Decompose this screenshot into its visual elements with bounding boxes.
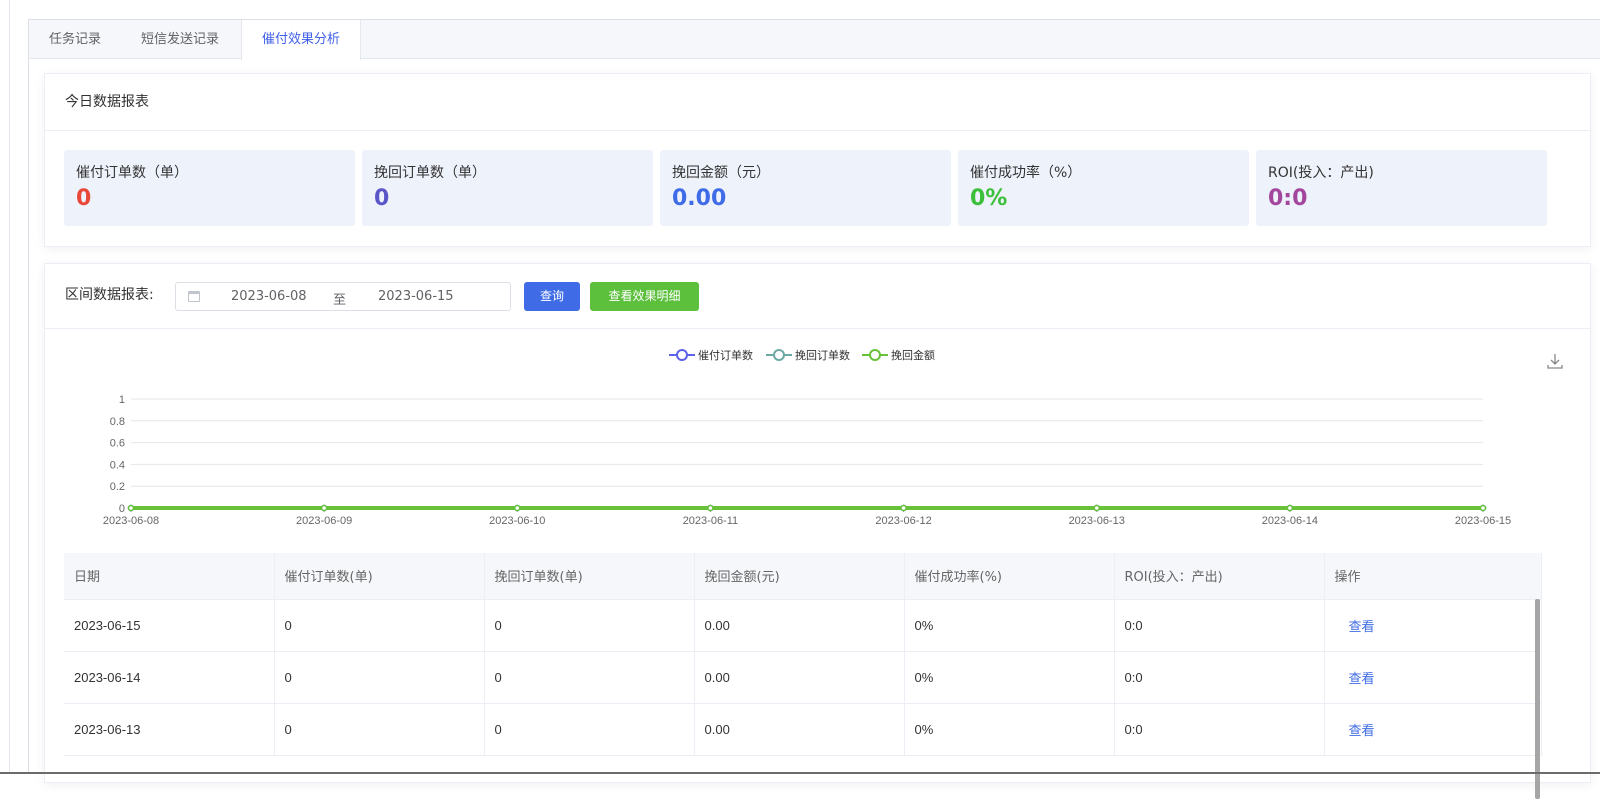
cell-date: 2023-06-14 xyxy=(64,651,275,704)
x-tick-label: 2023-06-14 xyxy=(1262,515,1318,527)
stat-value: 0 xyxy=(76,186,92,211)
cell-date: 2023-06-13 xyxy=(64,703,275,756)
legend-swatch xyxy=(766,348,792,362)
line-chart: 0 0.2 0.4 0.6 0.8 1 2023-06-08 2023-06-09 2023-0… xyxy=(103,394,1511,527)
stat-recovered-orders: 挽回订单数（单） 0 xyxy=(362,150,653,226)
data-point xyxy=(1093,504,1100,512)
cell-roi: 0:0 xyxy=(1114,703,1325,756)
data-point xyxy=(900,504,907,512)
legend-label: 挽回金额 xyxy=(891,349,935,362)
col-header-action: 操作 xyxy=(1324,553,1542,600)
today-report-card: 今日数据报表 催付订单数（单） 0 挽回订单数（单） 0 挽回金额（元） 0.0… xyxy=(44,73,1591,247)
tab-effect-analysis[interactable]: 催付效果分析 xyxy=(241,20,362,60)
data-point xyxy=(1286,504,1294,512)
view-link[interactable]: 查看 xyxy=(1324,703,1542,756)
table-row: 2023-06-14 0 0 0.00 0% 0:0 查看 xyxy=(64,651,1542,704)
col-header-recovered-orders: 挽回订单数(单) xyxy=(484,553,695,600)
table-row: 2023-06-15 0 0 0.00 0% 0:0 查看 xyxy=(64,599,1542,652)
col-header-remind-orders: 催付订单数(单) xyxy=(274,553,485,600)
download-icon[interactable] xyxy=(1545,351,1565,371)
cell-recovered-amount: 0.00 xyxy=(694,651,905,704)
legend-item[interactable]: 挽回订单数 xyxy=(766,347,850,363)
cell-success-rate: 0% xyxy=(904,703,1115,756)
x-tick-label: 2023-06-15 xyxy=(1455,515,1511,527)
cell-success-rate: 0% xyxy=(904,651,1115,704)
stat-value: 0.00 xyxy=(672,186,727,211)
y-tick-label: 0.4 xyxy=(110,459,125,471)
cell-recovered-orders: 0 xyxy=(484,703,695,756)
today-report-title: 今日数据报表 xyxy=(45,74,1590,131)
stat-label: 催付订单数（单） xyxy=(76,165,188,181)
legend-swatch xyxy=(862,348,888,362)
cell-remind-orders: 0 xyxy=(274,703,485,756)
stat-success-rate: 催付成功率（%） 0% xyxy=(958,150,1249,226)
page-left-border xyxy=(9,0,10,774)
stat-value: 0:0 xyxy=(1268,186,1308,211)
col-header-recovered-amount: 挽回金额(元) xyxy=(694,553,905,600)
stat-label: 挽回订单数（单） xyxy=(374,165,486,181)
data-point xyxy=(514,504,521,512)
stat-value: 0% xyxy=(970,186,1008,211)
table-header-row: 日期 催付订单数(单) 挽回订单数(单) 挽回金额(元) 催付成功率(%) RO… xyxy=(64,553,1542,600)
y-tick-label: 0.6 xyxy=(110,438,125,450)
stat-recovered-amount: 挽回金额（元） 0.00 xyxy=(660,150,951,226)
view-link[interactable]: 查看 xyxy=(1324,651,1542,704)
x-tick-label: 2023-06-11 xyxy=(683,515,738,527)
tab-task-records[interactable]: 任务记录 xyxy=(29,20,121,59)
cell-recovered-orders: 0 xyxy=(484,651,695,704)
y-tick-label: 1 xyxy=(119,394,125,406)
cell-roi: 0:0 xyxy=(1114,651,1325,704)
x-tick-label: 2023-06-13 xyxy=(1069,515,1125,527)
x-tick-label: 2023-06-08 xyxy=(103,515,159,527)
legend-label: 催付订单数 xyxy=(698,349,753,362)
x-tick-label: 2023-06-09 xyxy=(296,515,352,527)
x-tick-label: 2023-06-10 xyxy=(489,515,545,527)
range-report-card: 区间数据报表: 2023-06-08 至 2023-06-15 查询 查看效果明… xyxy=(44,263,1591,799)
col-header-date: 日期 xyxy=(64,553,275,600)
cell-recovered-amount: 0.00 xyxy=(694,599,905,652)
view-link[interactable]: 查看 xyxy=(1324,599,1542,652)
cell-success-rate: 0% xyxy=(904,599,1115,652)
cell-recovered-orders: 0 xyxy=(484,599,695,652)
table-row: 2023-06-13 0 0 0.00 0% 0:0 查看 xyxy=(64,703,1542,756)
data-point xyxy=(127,504,135,512)
cell-date: 2023-06-15 xyxy=(64,599,275,652)
cell-remind-orders: 0 xyxy=(274,599,485,652)
x-tick-label: 2023-06-12 xyxy=(875,515,931,527)
data-point xyxy=(1479,504,1487,512)
stat-label: 催付成功率（%） xyxy=(970,165,1082,181)
legend-item[interactable]: 挽回金额 xyxy=(862,347,935,363)
legend-label: 挽回订单数 xyxy=(795,349,850,362)
y-tick-label: 0.8 xyxy=(110,416,125,428)
legend-swatch xyxy=(669,348,695,362)
tab-bar: 任务记录 短信发送记录 催付效果分析 xyxy=(29,20,1600,60)
stat-roi: ROI(投入：产出) 0:0 xyxy=(1256,150,1547,226)
legend-item[interactable]: 催付订单数 xyxy=(669,347,753,363)
cell-roi: 0:0 xyxy=(1114,599,1325,652)
cell-recovered-amount: 0.00 xyxy=(694,703,905,756)
y-tick-label: 0 xyxy=(119,503,125,515)
cell-remind-orders: 0 xyxy=(274,651,485,704)
data-point xyxy=(320,504,328,512)
stat-label: ROI(投入：产出) xyxy=(1268,165,1374,181)
col-header-success-rate: 催付成功率(%) xyxy=(904,553,1115,600)
y-tick-label: 0.2 xyxy=(110,481,125,493)
stat-remind-orders: 催付订单数（单） 0 xyxy=(64,150,355,226)
stat-value: 0 xyxy=(374,186,390,211)
data-point xyxy=(707,504,714,512)
tab-sms-records[interactable]: 短信发送记录 xyxy=(121,20,239,59)
col-header-roi: ROI(投入：产出) xyxy=(1114,553,1325,600)
stat-label: 挽回金额（元） xyxy=(672,165,770,181)
daily-data-table: 日期 催付订单数(单) 挽回订单数(单) 挽回金额(元) 催付成功率(%) RO… xyxy=(64,553,1542,756)
table-scrollbar[interactable] xyxy=(1535,599,1540,799)
